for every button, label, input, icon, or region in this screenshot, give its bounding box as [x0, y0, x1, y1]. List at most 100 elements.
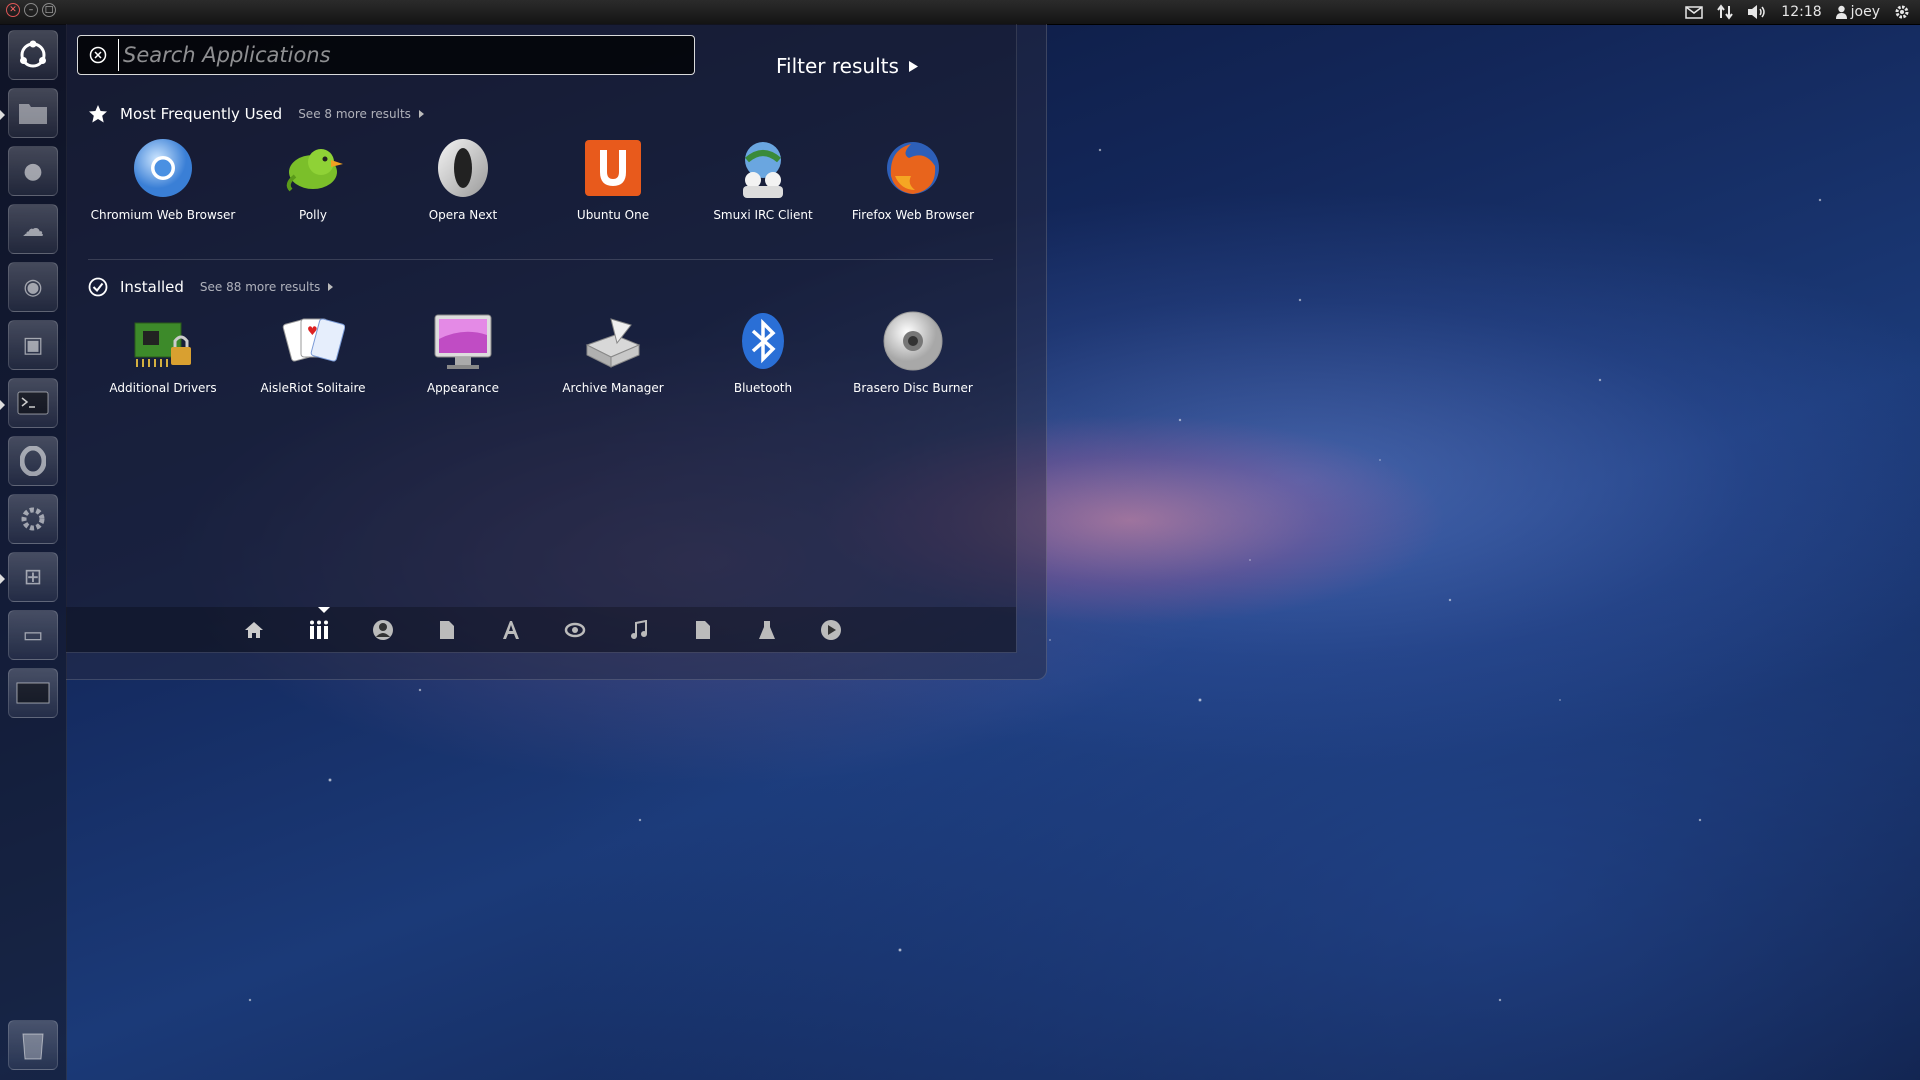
lens-bar — [66, 607, 1016, 652]
app-icon: ▭ — [22, 622, 44, 648]
lens-files-button[interactable] — [434, 617, 460, 643]
lens-applications-button[interactable] — [306, 617, 332, 643]
search-input[interactable] — [118, 39, 694, 71]
see-more-installed-link[interactable]: See 88 more results — [200, 280, 334, 294]
music-icon — [631, 620, 647, 639]
app-label: AisleRiot Solitaire — [260, 381, 366, 395]
triangle-right-icon — [908, 60, 918, 72]
lens-documents-button[interactable] — [690, 617, 716, 643]
app-tile-opera-next[interactable]: Opera Next — [388, 136, 538, 222]
launcher-terminal[interactable] — [8, 378, 58, 428]
applications-icon — [310, 620, 328, 639]
play-icon — [821, 620, 841, 640]
ubuntu-logo-icon — [20, 40, 46, 68]
indicator-area: 12:18 joey — [1685, 0, 1910, 24]
app-tile-aisleriot[interactable]: ♥ AisleRiot Solitaire — [238, 309, 388, 395]
minimize-window-button[interactable]: – — [24, 3, 38, 17]
section-title: Installed — [120, 278, 184, 296]
app-label: Archive Manager — [562, 381, 664, 395]
active-lens-indicator — [318, 607, 330, 613]
launcher-running-pip — [0, 574, 5, 584]
app-tile-additional-drivers[interactable]: Additional Drivers — [88, 309, 238, 395]
app-icon: ⊞ — [23, 564, 43, 590]
user-menu[interactable]: joey — [1835, 4, 1880, 20]
dash-overlay: Filter results Most Frequently Used See … — [66, 24, 1047, 680]
launcher-files[interactable] — [8, 88, 58, 138]
launcher-app-5[interactable]: ▣ — [8, 320, 58, 370]
volume-icon[interactable] — [1747, 4, 1767, 20]
chromium-icon — [134, 139, 192, 197]
see-more-frequent-link[interactable]: See 8 more results — [298, 107, 424, 121]
maximize-window-button[interactable]: □ — [42, 3, 56, 17]
check-circle-icon — [88, 277, 108, 297]
lens-science-button[interactable] — [754, 617, 780, 643]
app-icon: ◉ — [23, 274, 43, 300]
app-label: Polly — [299, 208, 327, 222]
app-tile-chromium[interactable]: Chromium Web Browser — [88, 136, 238, 222]
app-label: Additional Drivers — [109, 381, 217, 395]
drivers-chip-icon — [134, 322, 191, 367]
launcher: ● ☁ ◉ ▣ ⊞ ▭ — [0, 24, 67, 1080]
app-tile-ubuntu-one[interactable]: Ubuntu One — [538, 136, 688, 222]
section-header-installed: Installed See 88 more results — [88, 277, 334, 297]
app-label: Chromium Web Browser — [90, 208, 236, 222]
app-tile-archive-manager[interactable]: Archive Manager — [538, 309, 688, 395]
bluetooth-icon — [742, 313, 784, 369]
launcher-opera[interactable] — [8, 436, 58, 486]
app-label: Firefox Web Browser — [851, 208, 975, 222]
mail-icon[interactable] — [1685, 5, 1704, 19]
launcher-app-3[interactable]: ☁ — [8, 204, 58, 254]
launcher-settings[interactable] — [8, 494, 58, 544]
window-controls: ✕ – □ — [6, 3, 56, 17]
star-icon — [89, 105, 107, 123]
lens-photos-button[interactable] — [562, 617, 588, 643]
dash-content: Filter results Most Frequently Used See … — [66, 24, 1017, 653]
gear-icon — [21, 507, 45, 531]
monitor-icon — [434, 314, 492, 369]
app-tile-appearance[interactable]: Appearance — [388, 309, 538, 395]
network-icon[interactable] — [1717, 4, 1734, 20]
user-name: joey — [1850, 4, 1880, 20]
clock[interactable]: 12:18 — [1781, 4, 1821, 20]
app-label: Appearance — [426, 381, 500, 395]
launcher-app-10[interactable]: ▭ — [8, 610, 58, 660]
app-tile-brasero[interactable]: Brasero Disc Burner — [838, 309, 988, 395]
app-icon: ☁ — [22, 216, 44, 242]
app-tile-smuxi[interactable]: Smuxi IRC Client — [688, 136, 838, 222]
app-tile-firefox[interactable]: Firefox Web Browser — [838, 136, 988, 222]
app-tile-bluetooth[interactable]: Bluetooth — [688, 309, 838, 395]
app-tile-polly[interactable]: Polly — [238, 136, 388, 222]
app-label: Smuxi IRC Client — [713, 208, 813, 222]
app-label: Brasero Disc Burner — [853, 381, 973, 395]
document-icon — [696, 621, 710, 639]
filter-results-button[interactable]: Filter results — [776, 54, 918, 78]
app-icon: ● — [23, 158, 43, 184]
disc-icon — [883, 311, 943, 371]
close-window-button[interactable]: ✕ — [6, 3, 20, 17]
launcher-trash[interactable] — [8, 1020, 58, 1070]
launcher-app-9[interactable]: ⊞ — [8, 552, 58, 602]
app-label: Bluetooth — [733, 381, 793, 395]
see-more-label: See 8 more results — [298, 107, 411, 121]
lens-fonts-button[interactable] — [498, 617, 524, 643]
launcher-app-4[interactable]: ◉ — [8, 262, 58, 312]
file-icon — [440, 621, 454, 639]
folder-icon — [19, 104, 47, 124]
clear-search-button[interactable] — [88, 45, 108, 65]
launcher-app-2[interactable]: ● — [8, 146, 58, 196]
launcher-dash-button[interactable] — [8, 30, 58, 80]
lens-video-button[interactable] — [818, 617, 844, 643]
top-panel: ✕ – □ 12:18 joey — [0, 0, 1920, 25]
close-circle-icon — [89, 46, 107, 64]
workspace-icon — [16, 682, 50, 704]
frequent-apps-row: Chromium Web Browser Polly Opera Next Ub… — [88, 136, 998, 222]
launcher-workspaces[interactable] — [8, 668, 58, 718]
lens-home-button[interactable] — [241, 617, 267, 643]
search-box[interactable] — [77, 35, 695, 75]
lens-music-button[interactable] — [626, 617, 652, 643]
photo-icon — [564, 622, 586, 638]
lens-people-button[interactable] — [370, 617, 396, 643]
user-icon — [1835, 5, 1847, 19]
gear-icon[interactable] — [1894, 4, 1910, 20]
launcher-running-pip — [0, 400, 5, 410]
